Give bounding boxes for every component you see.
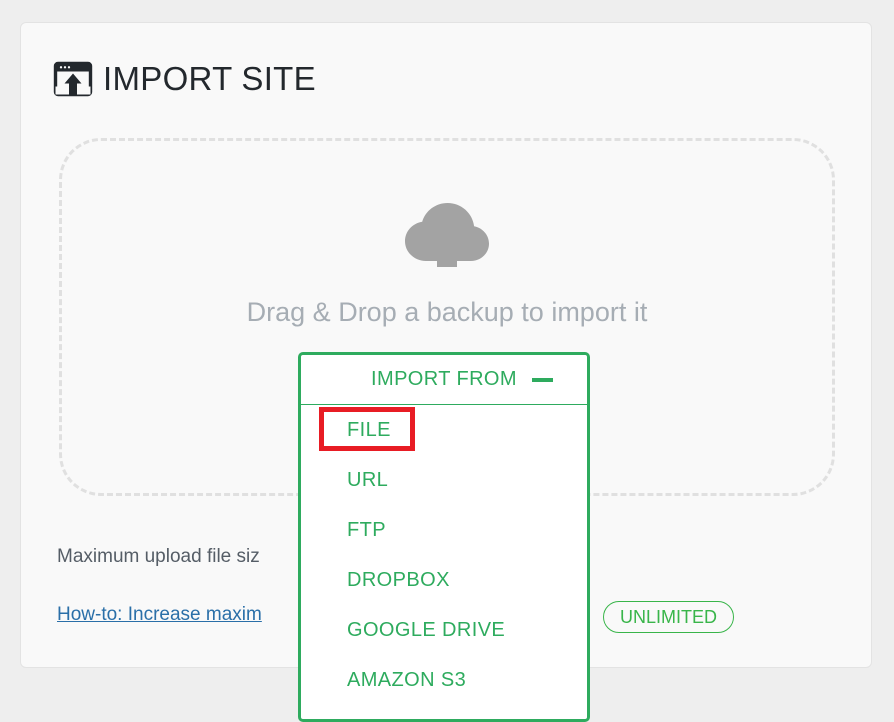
howto-increase-max-upload-link[interactable]: How-to: Increase maxim (57, 604, 262, 625)
cloud-upload-icon (405, 203, 489, 267)
import-from-header[interactable]: IMPORT FROM (301, 355, 587, 405)
import-site-icon (53, 59, 103, 99)
import-source-ftp[interactable]: FTP (301, 505, 587, 555)
import-from-label: IMPORT FROM (371, 368, 517, 391)
import-source-google-drive[interactable]: GOOGLE DRIVE (301, 605, 587, 655)
import-source-list: FILE URL FTP DROPBOX GOOGLE DRIVE AMAZON… (301, 405, 587, 705)
import-source-label: AMAZON S3 (347, 669, 466, 692)
import-source-url[interactable]: URL (301, 455, 587, 505)
howto-row: How-to: Increase maxim (57, 604, 262, 626)
import-source-amazon-s3[interactable]: AMAZON S3 (301, 655, 587, 705)
import-source-label: FTP (347, 519, 386, 542)
minus-icon[interactable] (532, 378, 553, 382)
dropzone-prompt: Drag & Drop a backup to import it (247, 297, 648, 328)
import-source-label: URL (347, 469, 388, 492)
max-upload-size-text: Maximum upload file siz (57, 546, 260, 568)
import-source-dropbox[interactable]: DROPBOX (301, 555, 587, 605)
import-source-file[interactable]: FILE (301, 405, 587, 455)
import-from-dropdown: IMPORT FROM FILE URL FTP DROPBOX GOOGLE … (298, 352, 590, 722)
page-header: IMPORT SITE (53, 59, 316, 99)
unlimited-badge: UNLIMITED (603, 601, 734, 633)
page-title: IMPORT SITE (103, 59, 316, 99)
import-source-label: GOOGLE DRIVE (347, 619, 505, 642)
import-source-label: DROPBOX (347, 569, 450, 592)
import-source-label: FILE (347, 419, 391, 442)
